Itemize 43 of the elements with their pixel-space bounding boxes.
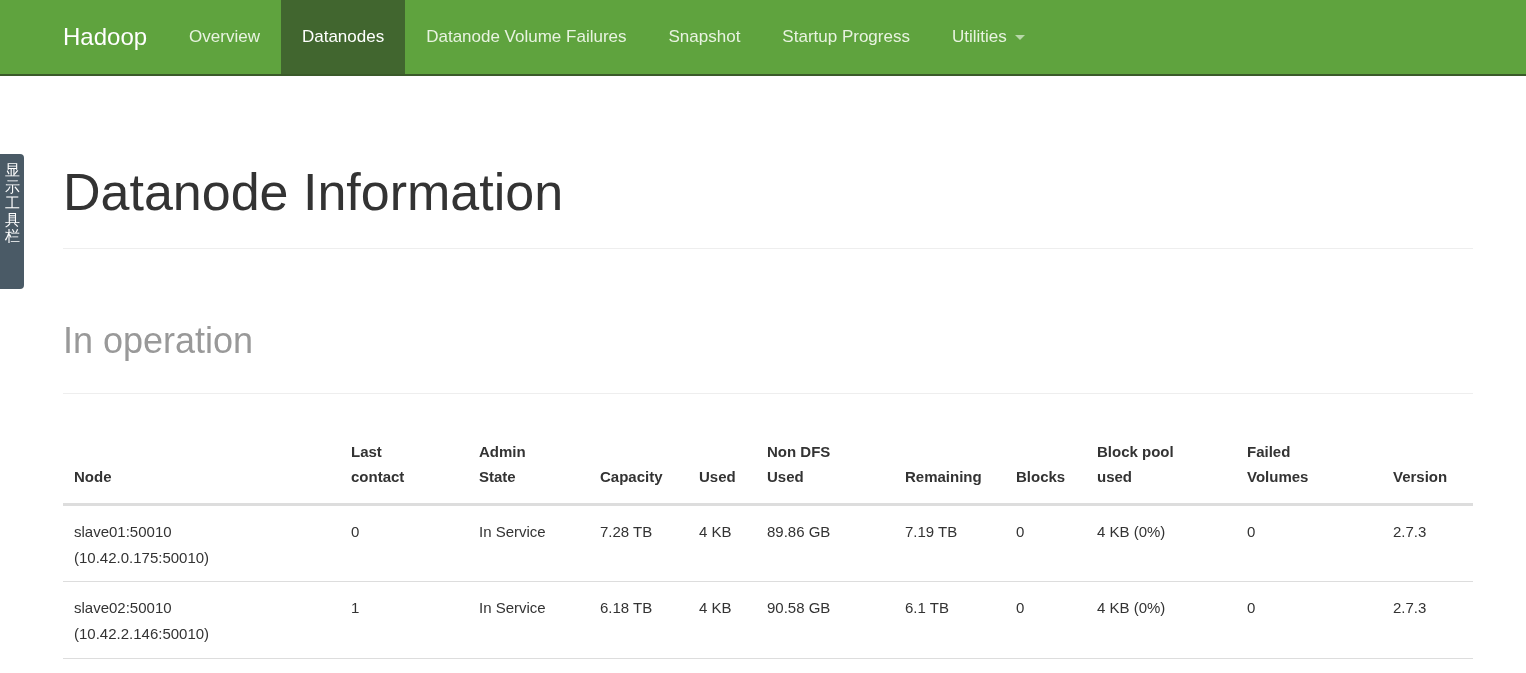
column-header: Non DFS Used: [767, 442, 832, 487]
column-header: Blocks: [1016, 467, 1066, 487]
table-cell-text: 6.18 TB: [600, 598, 653, 618]
table-cell-text: 0: [1247, 522, 1256, 542]
column-header: Last contact: [351, 442, 406, 487]
nav-tab[interactable]: Datanodes: [280, 0, 406, 74]
column-header: Admin State: [479, 442, 527, 487]
nav-tab[interactable]: Overview: [168, 0, 281, 74]
table-cell-text: 2.7.3: [1393, 522, 1427, 542]
column-header: Node: [74, 467, 112, 487]
nav-tab[interactable]: Utilities: [930, 0, 1046, 74]
column-header: Remaining: [905, 467, 982, 487]
column-header: Used: [699, 467, 736, 487]
table-cell-text: 4 KB (0%): [1097, 522, 1166, 542]
table-cell-text: 0: [1016, 598, 1025, 618]
column-header: Failed Volumes: [1247, 442, 1310, 487]
nav-tab[interactable]: Startup Progress: [761, 0, 931, 74]
table-cell-text: 2.7.3: [1393, 598, 1427, 618]
table-cell-text: 0: [351, 522, 360, 542]
column-header: Capacity: [600, 467, 663, 487]
table-cell-text: 1: [351, 598, 360, 618]
table-cell-text: 4 KB: [699, 598, 732, 618]
side-toolbar-button[interactable]: 显示工具栏: [0, 154, 24, 289]
table-cell-text: 0: [1016, 522, 1025, 542]
table-cell-text: 4 KB (0%): [1097, 598, 1166, 618]
table-cell-text: 89.86 GB: [767, 522, 831, 542]
table-cell-text: slave01:50010 (10.42.0.175:50010): [74, 522, 211, 568]
table-cell-text: slave02:50010 (10.42.2.146:50010): [74, 598, 211, 644]
brand-logo-text[interactable]: Hadoop: [48, 0, 163, 74]
table-cell-text: 90.58 GB: [767, 598, 831, 618]
table-cell-text: 7.19 TB: [905, 522, 958, 542]
table-cell-text: 6.1 TB: [905, 598, 949, 618]
section-title: In operation: [63, 323, 255, 359]
nav-tab[interactable]: Snapshot: [647, 0, 762, 74]
table-cell-text: 7.28 TB: [600, 522, 653, 542]
column-header: Block pool used: [1097, 442, 1175, 487]
page-title: Datanode Information: [63, 164, 565, 218]
table-cell-text: 4 KB: [699, 522, 732, 542]
table-cell-text: In Service: [479, 598, 546, 618]
table-cell-text: In Service: [479, 522, 546, 542]
table-cell-text: 0: [1247, 598, 1256, 618]
nav-tab[interactable]: Datanode Volume Failures: [405, 0, 648, 74]
column-header: Version: [1393, 467, 1448, 487]
